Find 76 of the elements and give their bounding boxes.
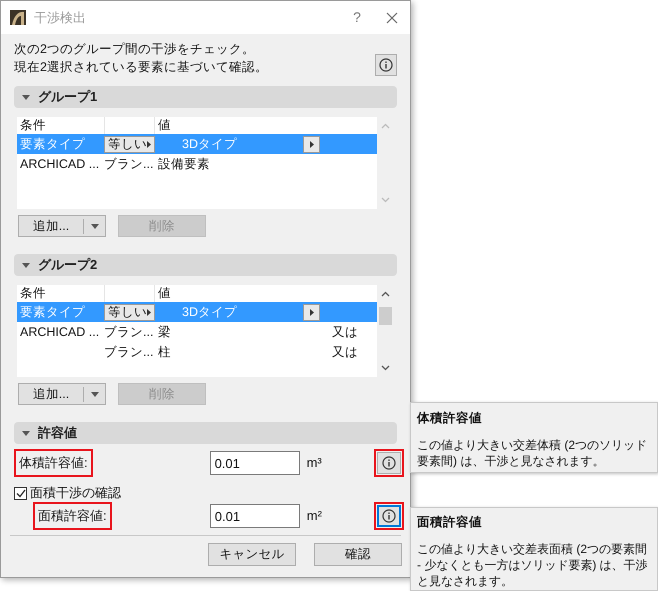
column-header: 値: [157, 117, 171, 134]
table-cell: 要素タイプ: [20, 136, 85, 151]
table-cell-text: 又は: [332, 324, 358, 341]
section-title: 許容値: [38, 424, 77, 442]
section-header[interactable]: 許容値: [14, 422, 397, 444]
tooltip-text: この値より大きい交差体積 (2つのソリッド要素間) は、干渉と見なされます。: [417, 436, 648, 469]
field-label: 面積許容値:: [33, 502, 112, 530]
table-cell: 設備要素: [158, 156, 210, 171]
add-split-button[interactable]: 追加...: [18, 215, 106, 237]
scroll-down-icon[interactable]: [381, 365, 390, 371]
triangle-icon: [90, 224, 98, 228]
operator-dropdown[interactable]: 等しい: [104, 136, 155, 152]
table-cell: 梁: [158, 324, 171, 339]
caret-icon: [310, 140, 314, 148]
description-text: 現在2選択されている要素に基づいて確認。: [14, 59, 269, 76]
scroll-up-icon[interactable]: [381, 291, 390, 297]
caret-icon: [147, 308, 151, 316]
table-cell: 要素タイプ: [20, 304, 85, 319]
section-title: グループ2: [38, 256, 98, 274]
info-icon: [382, 456, 396, 470]
add-label: 追加...: [32, 218, 70, 235]
area-check-checkbox[interactable]: 面積干渉の確認: [7, 484, 404, 502]
unit-label: m³: [306, 454, 323, 472]
info-button[interactable]: [377, 505, 401, 527]
window-title: 干渉検出: [34, 8, 86, 27]
info-icon: [379, 58, 393, 72]
value-picker-button[interactable]: [303, 304, 320, 320]
info-icon: [382, 509, 396, 523]
column-header: 値: [157, 285, 171, 302]
caret-icon: [147, 140, 151, 148]
operator-dropdown[interactable]: 等しい: [104, 304, 155, 320]
section-header[interactable]: グループ1: [14, 86, 397, 108]
table-row[interactable]: ARCHICAD ... ブラン... 設備要素: [17, 154, 377, 174]
tooltip-title: 面積許容値: [417, 514, 483, 531]
caret-icon: [310, 308, 314, 316]
table-cell: ARCHICAD ...: [20, 156, 100, 171]
table-row[interactable]: 要素タイプ 等しい 3Dタイプ: [17, 134, 377, 154]
description-text: 次の2つのグループ間の干渉をチェック。: [14, 41, 256, 58]
triangle-icon: [90, 392, 98, 396]
scrollbar-thumb[interactable]: [379, 307, 392, 325]
table-row[interactable]: ブラン... 柱 又は: [17, 342, 377, 362]
value-picker-button[interactable]: [303, 136, 320, 152]
field-label: 体積許容値:: [14, 449, 93, 477]
dialog-button[interactable]: キャンセル: [208, 543, 296, 566]
column-header: 条件: [19, 285, 47, 302]
dialog-button[interactable]: 確認: [314, 543, 402, 566]
close-icon[interactable]: [386, 12, 398, 24]
info-button[interactable]: [375, 54, 397, 76]
app-logo-icon: [10, 10, 26, 25]
value-field[interactable]: 0.01: [210, 504, 300, 528]
table-cell: 柱: [158, 344, 171, 359]
table-cell: 3Dタイプ: [182, 304, 237, 319]
triangle-icon: [22, 430, 30, 436]
tooltip-title: 体積許容値: [417, 410, 483, 427]
value-field[interactable]: 0.01: [210, 451, 300, 475]
table-cell: ブラン...: [104, 324, 154, 339]
table-cell: ARCHICAD ...: [20, 324, 100, 339]
triangle-icon: [22, 262, 30, 268]
table-cell: ブラン...: [104, 156, 154, 171]
check-icon: [16, 488, 26, 498]
add-label: 追加...: [32, 386, 70, 403]
info-button[interactable]: [377, 452, 401, 474]
table-cell: ブラン...: [104, 344, 154, 359]
help-button[interactable]: ?: [342, 7, 372, 28]
section-header[interactable]: グループ2: [14, 254, 397, 276]
tooltip-text: この値より大きい交差表面積 (2つの要素間 - 少なくとも一方はソリッド要素) は、干渉と見なされます。: [417, 540, 649, 589]
table-cell-text: 又は: [332, 344, 358, 361]
table-row[interactable]: 要素タイプ 等しい 3Dタイプ: [17, 302, 377, 322]
table-cell: 3Dタイプ: [182, 136, 237, 151]
unit-label: m²: [306, 507, 323, 526]
column-header: 条件: [19, 117, 47, 134]
add-split-button[interactable]: 追加...: [18, 383, 106, 405]
section-title: グループ1: [38, 88, 98, 106]
triangle-icon: [22, 94, 30, 100]
checkbox[interactable]: [14, 486, 27, 500]
table-row[interactable]: ARCHICAD ... ブラン... 梁 又は: [17, 322, 377, 342]
